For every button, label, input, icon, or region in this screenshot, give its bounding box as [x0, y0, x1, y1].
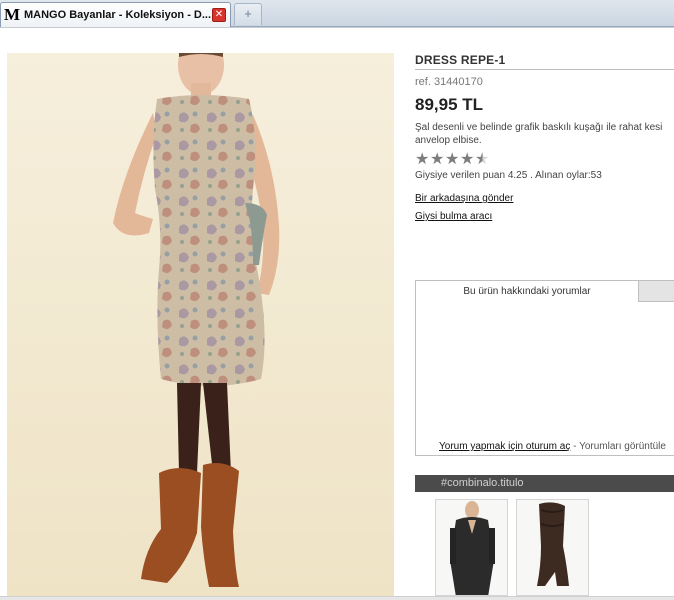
combination-header: #combinalo.titulo: [415, 475, 674, 492]
size-finder-link[interactable]: Giysi bulma aracı: [415, 211, 492, 222]
star-icon[interactable]: ★: [445, 152, 460, 168]
tab-title: MANGO Bayanlar - Koleksiyon - D...: [24, 9, 212, 21]
mango-favicon-icon: M: [4, 5, 21, 24]
new-tab-button[interactable]: +: [234, 3, 262, 25]
model-illustration: [113, 53, 280, 587]
page-bottom-edge: [0, 596, 674, 600]
star-icon[interactable]: ★: [430, 152, 445, 168]
rating-stars[interactable]: ★ ★ ★ ★ ★: [415, 152, 490, 168]
combination-item-boots[interactable]: [516, 499, 589, 596]
jacket-thumbnail: [450, 501, 495, 595]
product-price: 89,95 TL: [415, 95, 484, 114]
view-comments-text: - Yorumları görüntüle: [570, 441, 666, 452]
description-line-1: Şal desenli ve belinde grafik baskılı ku…: [415, 122, 663, 133]
star-icon[interactable]: ★: [415, 152, 430, 168]
product-photo: [7, 53, 394, 596]
comments-footer: Yorum yapmak için oturum aç - Yorumları …: [439, 441, 666, 452]
product-ref: ref. 31440170: [415, 76, 483, 88]
product-title: DRESS REPE-1: [415, 53, 506, 67]
star-icon[interactable]: ★: [460, 152, 475, 168]
boots-thumbnail: [537, 502, 569, 586]
close-tab-icon[interactable]: ✕: [212, 8, 226, 22]
description-line-2: anvelop elbise.: [415, 135, 482, 146]
tab-secondary[interactable]: [639, 281, 674, 302]
star-half-icon[interactable]: ★: [475, 152, 490, 168]
browser-tab-bar: M MANGO Bayanlar - Koleksiyon - D... ✕ +: [0, 0, 674, 27]
send-to-friend-link[interactable]: Bir arkadaşına gönder: [415, 193, 513, 204]
rating-summary: Giysiye verilen puan 4.25 . Alınan oylar…: [415, 170, 602, 181]
tab-product-comments[interactable]: Bu ürün hakkındaki yorumlar: [416, 281, 639, 302]
title-divider: [415, 69, 674, 70]
comments-panel: Bu ürün hakkındaki yorumlar Yorum yapmak…: [415, 280, 674, 456]
content-divider: [0, 27, 674, 28]
combination-item-jacket[interactable]: [435, 499, 508, 596]
product-description: Şal desenli ve belinde grafik baskılı ku…: [415, 121, 674, 147]
browser-tab[interactable]: M MANGO Bayanlar - Koleksiyon - D... ✕: [0, 2, 231, 27]
login-to-comment-link[interactable]: Yorum yapmak için oturum aç: [439, 441, 570, 452]
